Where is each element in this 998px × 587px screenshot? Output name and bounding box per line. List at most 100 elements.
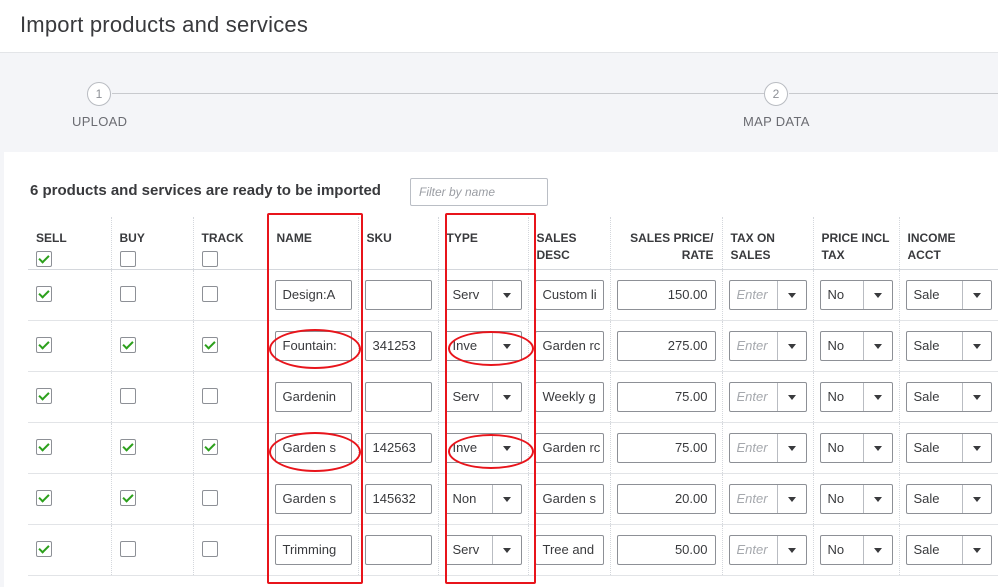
step-1-circle[interactable]: 1 bbox=[87, 82, 111, 106]
type-select[interactable]: Serv bbox=[444, 381, 522, 412]
sales-price-input[interactable]: 75.00 bbox=[616, 432, 716, 463]
income-acct-select[interactable]: Sale bbox=[905, 279, 992, 310]
chevron-down-icon[interactable] bbox=[776, 484, 806, 513]
buy-checkbox[interactable] bbox=[119, 286, 136, 303]
chevron-down-icon[interactable] bbox=[776, 535, 806, 564]
tax-on-sales-select[interactable]: Enter bbox=[728, 279, 807, 310]
sales-price-input[interactable]: 50.00 bbox=[616, 534, 716, 565]
track-all-checkbox[interactable] bbox=[201, 251, 218, 267]
tax-on-sales-select[interactable]: Enter bbox=[728, 432, 807, 463]
chevron-down-icon[interactable] bbox=[776, 382, 806, 411]
income-acct-select[interactable]: Sale bbox=[905, 330, 992, 361]
income-acct-select[interactable]: Sale bbox=[905, 381, 992, 412]
sku-input[interactable] bbox=[364, 534, 432, 565]
select-all-checkbox[interactable] bbox=[36, 251, 52, 267]
track-checkbox[interactable] bbox=[201, 541, 218, 558]
sales-price-input[interactable]: 20.00 bbox=[616, 483, 716, 514]
sales-price-input[interactable]: 275.00 bbox=[616, 330, 716, 361]
name-input[interactable]: Gardenin bbox=[274, 381, 352, 412]
chevron-down-icon[interactable] bbox=[776, 331, 806, 360]
sku-input[interactable]: 145632 bbox=[364, 483, 432, 514]
income-acct-select[interactable]: Sale bbox=[905, 483, 992, 514]
track-checkbox[interactable] bbox=[201, 490, 218, 507]
track-checkbox[interactable] bbox=[201, 388, 218, 405]
name-input[interactable]: Design:A bbox=[274, 279, 352, 310]
sell-checkbox[interactable] bbox=[36, 337, 52, 354]
chevron-down-icon[interactable] bbox=[862, 280, 892, 309]
sell-checkbox[interactable] bbox=[36, 439, 52, 456]
track-checkbox[interactable] bbox=[201, 439, 218, 456]
name-input[interactable]: Garden s bbox=[274, 483, 352, 514]
filter-by-name-input[interactable] bbox=[410, 178, 548, 206]
type-select[interactable]: Non bbox=[444, 483, 522, 514]
price-incl-tax-select[interactable]: No bbox=[819, 534, 893, 565]
sales-desc-cell: Weekly g bbox=[528, 371, 611, 423]
sku-input[interactable] bbox=[364, 381, 432, 412]
tax-on-sales-cell: Enter bbox=[722, 371, 814, 423]
tax-on-sales-select[interactable]: Enter bbox=[728, 483, 807, 514]
chevron-down-icon[interactable] bbox=[961, 331, 991, 360]
chevron-down-icon[interactable] bbox=[491, 484, 521, 513]
type-select[interactable]: Inve bbox=[444, 330, 522, 361]
chevron-down-icon[interactable] bbox=[961, 535, 991, 564]
sell-checkbox[interactable] bbox=[36, 490, 52, 507]
name-input[interactable]: Fountain: bbox=[274, 330, 352, 361]
price-incl-tax-select[interactable]: No bbox=[819, 381, 893, 412]
income-acct-select[interactable]: Sale bbox=[905, 534, 992, 565]
price-incl-tax-select[interactable]: No bbox=[819, 330, 893, 361]
sales-desc-input[interactable]: Custom li bbox=[534, 279, 604, 310]
tax-on-sales-select[interactable]: Enter bbox=[728, 534, 807, 565]
income-acct-select[interactable]: Sale bbox=[905, 432, 992, 463]
sales-desc-input[interactable]: Weekly g bbox=[534, 381, 604, 412]
sku-input[interactable]: 142563 bbox=[364, 432, 432, 463]
chevron-down-icon[interactable] bbox=[961, 484, 991, 513]
buy-checkbox[interactable] bbox=[119, 439, 136, 456]
sales-desc-input[interactable]: Garden rc bbox=[534, 330, 604, 361]
type-select[interactable]: Inve bbox=[444, 432, 522, 463]
buy-checkbox[interactable] bbox=[119, 388, 136, 405]
type-select[interactable]: Serv bbox=[444, 534, 522, 565]
tax-on-sales-select[interactable]: Enter bbox=[728, 381, 807, 412]
sell-checkbox[interactable] bbox=[36, 286, 52, 303]
chevron-down-icon[interactable] bbox=[862, 433, 892, 462]
chevron-down-icon[interactable] bbox=[862, 535, 892, 564]
chevron-down-icon[interactable] bbox=[491, 535, 521, 564]
sell-checkbox[interactable] bbox=[36, 388, 52, 405]
track-checkbox[interactable] bbox=[201, 337, 218, 354]
sales-price-input[interactable]: 75.00 bbox=[616, 381, 716, 412]
step-2-circle[interactable]: 2 bbox=[764, 82, 788, 106]
chevron-down-icon[interactable] bbox=[776, 433, 806, 462]
chevron-down-icon[interactable] bbox=[961, 382, 991, 411]
track-checkbox[interactable] bbox=[201, 286, 218, 303]
chevron-down-icon[interactable] bbox=[961, 280, 991, 309]
chevron-down-icon[interactable] bbox=[776, 280, 806, 309]
sales-desc-input[interactable]: Garden s bbox=[534, 483, 604, 514]
sku-input[interactable] bbox=[364, 279, 432, 310]
chevron-down-icon[interactable] bbox=[862, 484, 892, 513]
chevron-down-icon[interactable] bbox=[862, 382, 892, 411]
chevron-down-icon[interactable] bbox=[862, 331, 892, 360]
sell-checkbox[interactable] bbox=[36, 541, 52, 558]
chevron-down-icon[interactable] bbox=[961, 433, 991, 462]
buy-checkbox[interactable] bbox=[119, 490, 136, 507]
buy-checkbox[interactable] bbox=[119, 541, 136, 558]
name-input[interactable]: Garden s bbox=[274, 432, 352, 463]
type-value: Non bbox=[452, 490, 477, 506]
chevron-down-icon[interactable] bbox=[491, 280, 521, 309]
price-incl-tax-select[interactable]: No bbox=[819, 483, 893, 514]
name-input[interactable]: Trimming bbox=[274, 534, 352, 565]
buy-checkbox[interactable] bbox=[119, 337, 136, 354]
sales-desc-input[interactable]: Tree and bbox=[534, 534, 604, 565]
type-select[interactable]: Serv bbox=[444, 279, 522, 310]
chevron-down-icon[interactable] bbox=[491, 331, 521, 360]
income-value: Sale bbox=[913, 541, 940, 557]
buy-all-checkbox[interactable] bbox=[119, 251, 136, 267]
chevron-down-icon[interactable] bbox=[491, 382, 521, 411]
price-incl-tax-select[interactable]: No bbox=[819, 432, 893, 463]
sales-price-input[interactable]: 150.00 bbox=[616, 279, 716, 310]
price-incl-tax-select[interactable]: No bbox=[819, 279, 893, 310]
sales-desc-input[interactable]: Garden rc bbox=[534, 432, 604, 463]
tax-on-sales-select[interactable]: Enter bbox=[728, 330, 807, 361]
sku-input[interactable]: 341253 bbox=[364, 330, 432, 361]
chevron-down-icon[interactable] bbox=[491, 433, 521, 462]
